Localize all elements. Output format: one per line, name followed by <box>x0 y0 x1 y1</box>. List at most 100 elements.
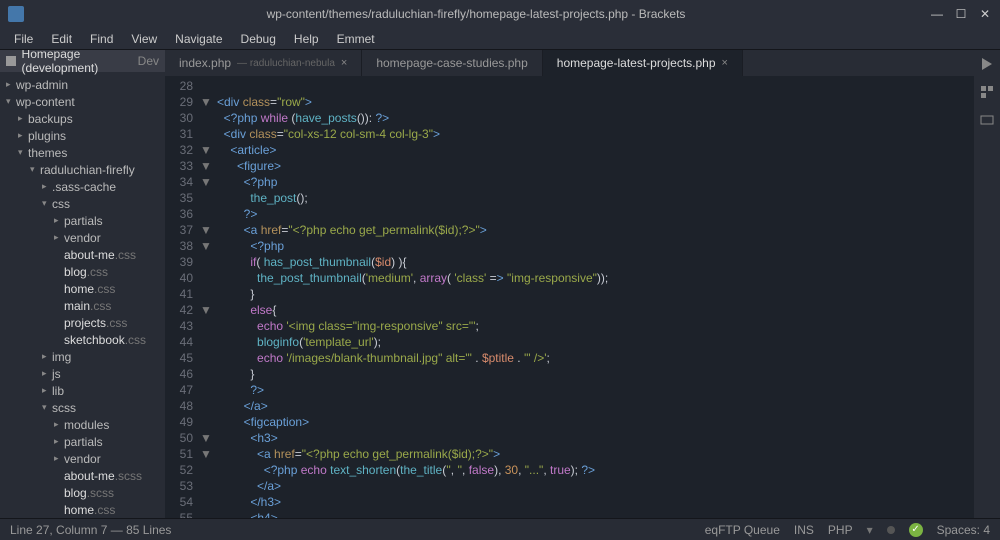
project-selector[interactable]: Homepage (development) Dev <box>0 50 165 72</box>
disclosure-icon[interactable]: ▸ <box>54 436 64 447</box>
file-name: partials <box>64 435 103 449</box>
code-editor[interactable]: 2829303132333435363738394041424344454647… <box>165 76 974 518</box>
tree-folder[interactable]: ▸partials <box>0 212 165 229</box>
tree-file[interactable]: about-me.scss <box>0 467 165 484</box>
file-ext: .scss <box>87 486 114 500</box>
tab[interactable]: homepage-latest-projects.php × <box>543 50 743 76</box>
tree-file[interactable]: blog.scss <box>0 484 165 501</box>
file-ext: .css <box>90 299 111 313</box>
disclosure-icon[interactable]: ▾ <box>30 164 40 175</box>
disclosure-icon[interactable]: ▾ <box>6 96 16 107</box>
tree-file[interactable]: home.css <box>0 501 165 518</box>
tree-folder[interactable]: ▸plugins <box>0 127 165 144</box>
code-lines[interactable]: <div class="row"> <?php while (have_post… <box>213 76 974 518</box>
fold-gutter[interactable]: ▼▼▼▼▼▼▼▼▼▼▼▼ <box>199 76 213 518</box>
maximize-icon[interactable]: ☐ <box>954 7 968 21</box>
menu-bar: FileEditFindViewNavigateDebugHelpEmmet <box>0 28 1000 50</box>
tree-folder[interactable]: ▸img <box>0 348 165 365</box>
tree-folder[interactable]: ▸wp-admin <box>0 76 165 93</box>
window-title: wp-content/themes/raduluchian-firefly/ho… <box>32 7 920 21</box>
disclosure-icon[interactable]: ▸ <box>54 215 64 226</box>
file-name: backups <box>28 112 73 126</box>
disclosure-icon[interactable]: ▸ <box>42 385 52 396</box>
language-mode[interactable]: PHP <box>828 523 853 537</box>
indent-setting[interactable]: Spaces: 4 <box>937 523 990 537</box>
tab-close-icon[interactable]: × <box>722 57 728 69</box>
tab-bar: index.php — raduluchian-nebula ×homepage… <box>165 50 974 76</box>
menu-emmet[interactable]: Emmet <box>329 30 383 48</box>
tree-file[interactable]: sketchbook.css <box>0 331 165 348</box>
disclosure-icon[interactable]: ▸ <box>42 368 52 379</box>
file-name: img <box>52 350 71 364</box>
file-name: wp-admin <box>16 78 68 92</box>
tree-file[interactable]: blog.css <box>0 263 165 280</box>
menu-navigate[interactable]: Navigate <box>167 30 230 48</box>
title-bar: wp-content/themes/raduluchian-firefly/ho… <box>0 0 1000 28</box>
tree-folder[interactable]: ▸lib <box>0 382 165 399</box>
tree-folder[interactable]: ▾css <box>0 195 165 212</box>
file-name: plugins <box>28 129 66 143</box>
plugin-icon[interactable] <box>979 112 995 128</box>
menu-find[interactable]: Find <box>82 30 121 48</box>
tree-folder[interactable]: ▸js <box>0 365 165 382</box>
tree-folder[interactable]: ▾themes <box>0 144 165 161</box>
tree-file[interactable]: projects.css <box>0 314 165 331</box>
disclosure-icon[interactable]: ▸ <box>54 232 64 243</box>
tab-label: homepage-case-studies.php <box>376 56 527 70</box>
live-preview-icon[interactable] <box>979 56 995 72</box>
disclosure-icon[interactable]: ▸ <box>18 130 28 141</box>
tree-folder[interactable]: ▾raduluchian-firefly <box>0 161 165 178</box>
file-name: partials <box>64 214 103 228</box>
dropdown-icon[interactable]: ▾ <box>867 523 873 537</box>
tab-close-icon[interactable]: × <box>341 57 347 69</box>
tab-label: index.php <box>179 56 231 70</box>
extensions-icon[interactable] <box>979 84 995 100</box>
file-name: projects <box>64 316 106 330</box>
app-icon <box>8 6 24 22</box>
tree-folder[interactable]: ▸modules <box>0 416 165 433</box>
menu-edit[interactable]: Edit <box>43 30 80 48</box>
menu-view[interactable]: View <box>123 30 165 48</box>
tree-file[interactable]: about-me.css <box>0 246 165 263</box>
tab-sublabel: — raduluchian-nebula <box>237 58 335 69</box>
disclosure-icon[interactable]: ▸ <box>42 181 52 192</box>
file-name: themes <box>28 146 67 160</box>
project-name: Homepage (development) <box>22 50 132 75</box>
tree-file[interactable]: main.css <box>0 297 165 314</box>
file-name: main <box>64 299 90 313</box>
insert-mode[interactable]: INS <box>794 523 814 537</box>
file-name: css <box>52 197 70 211</box>
disclosure-icon[interactable]: ▸ <box>42 351 52 362</box>
tree-folder[interactable]: ▸.sass-cache <box>0 178 165 195</box>
tree-folder[interactable]: ▸partials <box>0 433 165 450</box>
disclosure-icon[interactable]: ▸ <box>18 113 28 124</box>
status-dot-icon <box>887 526 895 534</box>
eqftp-queue[interactable]: eqFTP Queue <box>705 523 780 537</box>
lint-ok-icon[interactable]: ✓ <box>909 523 923 537</box>
tree-folder[interactable]: ▸vendor <box>0 450 165 467</box>
file-name: .sass-cache <box>52 180 116 194</box>
disclosure-icon[interactable]: ▸ <box>6 79 16 90</box>
tree-folder[interactable]: ▾scss <box>0 399 165 416</box>
status-bar: Line 27, Column 7 — 85 Lines eqFTP Queue… <box>0 518 1000 540</box>
tree-folder[interactable]: ▸backups <box>0 110 165 127</box>
tree-folder[interactable]: ▸vendor <box>0 229 165 246</box>
menu-help[interactable]: Help <box>286 30 327 48</box>
tree-folder[interactable]: ▾wp-content <box>0 93 165 110</box>
tree-file[interactable]: home.css <box>0 280 165 297</box>
disclosure-icon[interactable]: ▾ <box>42 198 52 209</box>
file-name: modules <box>64 418 109 432</box>
disclosure-icon[interactable]: ▸ <box>54 419 64 430</box>
close-icon[interactable]: ✕ <box>978 7 992 21</box>
minimize-icon[interactable]: — <box>930 7 944 21</box>
file-ext: .scss <box>115 469 142 483</box>
disclosure-icon[interactable]: ▾ <box>42 402 52 413</box>
tab[interactable]: index.php — raduluchian-nebula × <box>165 50 362 76</box>
tab[interactable]: homepage-case-studies.php <box>362 50 542 76</box>
disclosure-icon[interactable]: ▾ <box>18 147 28 158</box>
cursor-position[interactable]: Line 27, Column 7 — 85 Lines <box>10 523 171 537</box>
disclosure-icon[interactable]: ▸ <box>54 453 64 464</box>
menu-file[interactable]: File <box>6 30 41 48</box>
menu-debug[interactable]: Debug <box>233 30 284 48</box>
file-name: raduluchian-firefly <box>40 163 135 177</box>
